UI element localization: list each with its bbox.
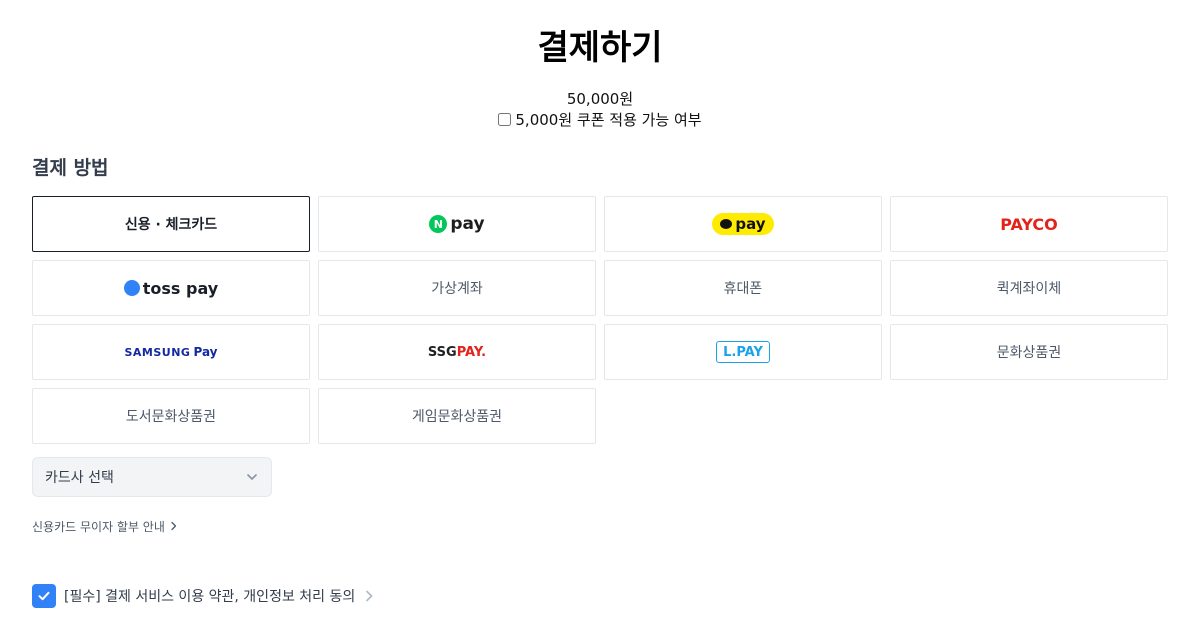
payment-method-title: 결제 방법	[32, 157, 109, 179]
coupon-checkbox[interactable]	[498, 112, 512, 126]
samsung-pay-logo-icon: SAMSUNG Pay	[124, 345, 218, 359]
method-book-gift-button[interactable]: 도서문화상품권	[32, 388, 310, 444]
method-quick-transfer-button[interactable]: 퀵계좌이체	[890, 260, 1168, 316]
coupon-label: 5,000원 쿠폰 적용 가능 여부	[515, 110, 702, 129]
method-culture-gift-label: 문화상품권	[996, 345, 1062, 361]
method-game-gift-button[interactable]: 게임문화상품권	[318, 388, 596, 444]
method-ssg-pay-button[interactable]: SSG PAY.	[318, 324, 596, 380]
chevron-down-icon	[247, 474, 257, 480]
method-payco-button[interactable]: PAYCO	[890, 196, 1168, 252]
terms-agreement-checkbox[interactable]	[32, 584, 56, 608]
payco-logo-icon: PAYCO	[1000, 214, 1058, 234]
method-card-button[interactable]: 신용 · 체크카드	[32, 196, 310, 252]
card-company-select-value: 카드사 선택	[45, 470, 114, 486]
method-kakao-pay-button[interactable]: pay	[604, 196, 882, 252]
method-culture-gift-button[interactable]: 문화상품권	[890, 324, 1168, 380]
l-pay-logo-icon: L.PAY	[716, 341, 770, 363]
chevron-right-icon[interactable]	[363, 590, 375, 602]
method-phone-label: 휴대폰	[723, 281, 763, 297]
method-naver-pay-button[interactable]: Npay	[318, 196, 596, 252]
checkmark-icon	[38, 591, 50, 601]
toss-pay-logo-icon: toss pay	[123, 279, 218, 298]
method-l-pay-button[interactable]: L.PAY	[604, 324, 882, 380]
ssg-pay-logo-icon: SSG PAY.	[427, 344, 487, 360]
order-amount: 50,000원	[566, 90, 634, 108]
method-virtual-account-button[interactable]: 가상계좌	[318, 260, 596, 316]
naver-pay-logo-icon: Npay	[429, 214, 485, 234]
terms-agreement-row: [필수] 결제 서비스 이용 약관, 개인정보 처리 동의	[32, 584, 375, 608]
method-game-gift-label: 게임문화상품권	[411, 409, 503, 425]
payment-method-grid: 신용 · 체크카드 Npay pay PAYCO toss pay 가상계좌 휴…	[32, 196, 1168, 444]
method-samsung-pay-button[interactable]: SAMSUNG Pay	[32, 324, 310, 380]
card-company-select[interactable]: 카드사 선택	[32, 457, 272, 497]
method-toss-pay-button[interactable]: toss pay	[32, 260, 310, 316]
kakao-pay-logo-icon: pay	[712, 213, 774, 235]
installment-info-link[interactable]: 신용카드 무이자 할부 안내	[32, 516, 179, 536]
method-book-gift-label: 도서문화상품권	[125, 409, 217, 425]
method-virtual-account-label: 가상계좌	[431, 281, 483, 297]
terms-agreement-label: [필수] 결제 서비스 이용 약관, 개인정보 처리 동의	[64, 589, 356, 605]
method-card-label: 신용 · 체크카드	[124, 217, 218, 233]
installment-info-label: 신용카드 무이자 할부 안내	[32, 519, 165, 534]
method-phone-button[interactable]: 휴대폰	[604, 260, 882, 316]
coupon-row: 5,000원 쿠폰 적용 가능 여부	[0, 108, 1200, 130]
chevron-right-icon	[171, 521, 177, 531]
page-title: 결제하기	[537, 28, 663, 68]
method-quick-transfer-label: 퀵계좌이체	[996, 281, 1062, 297]
